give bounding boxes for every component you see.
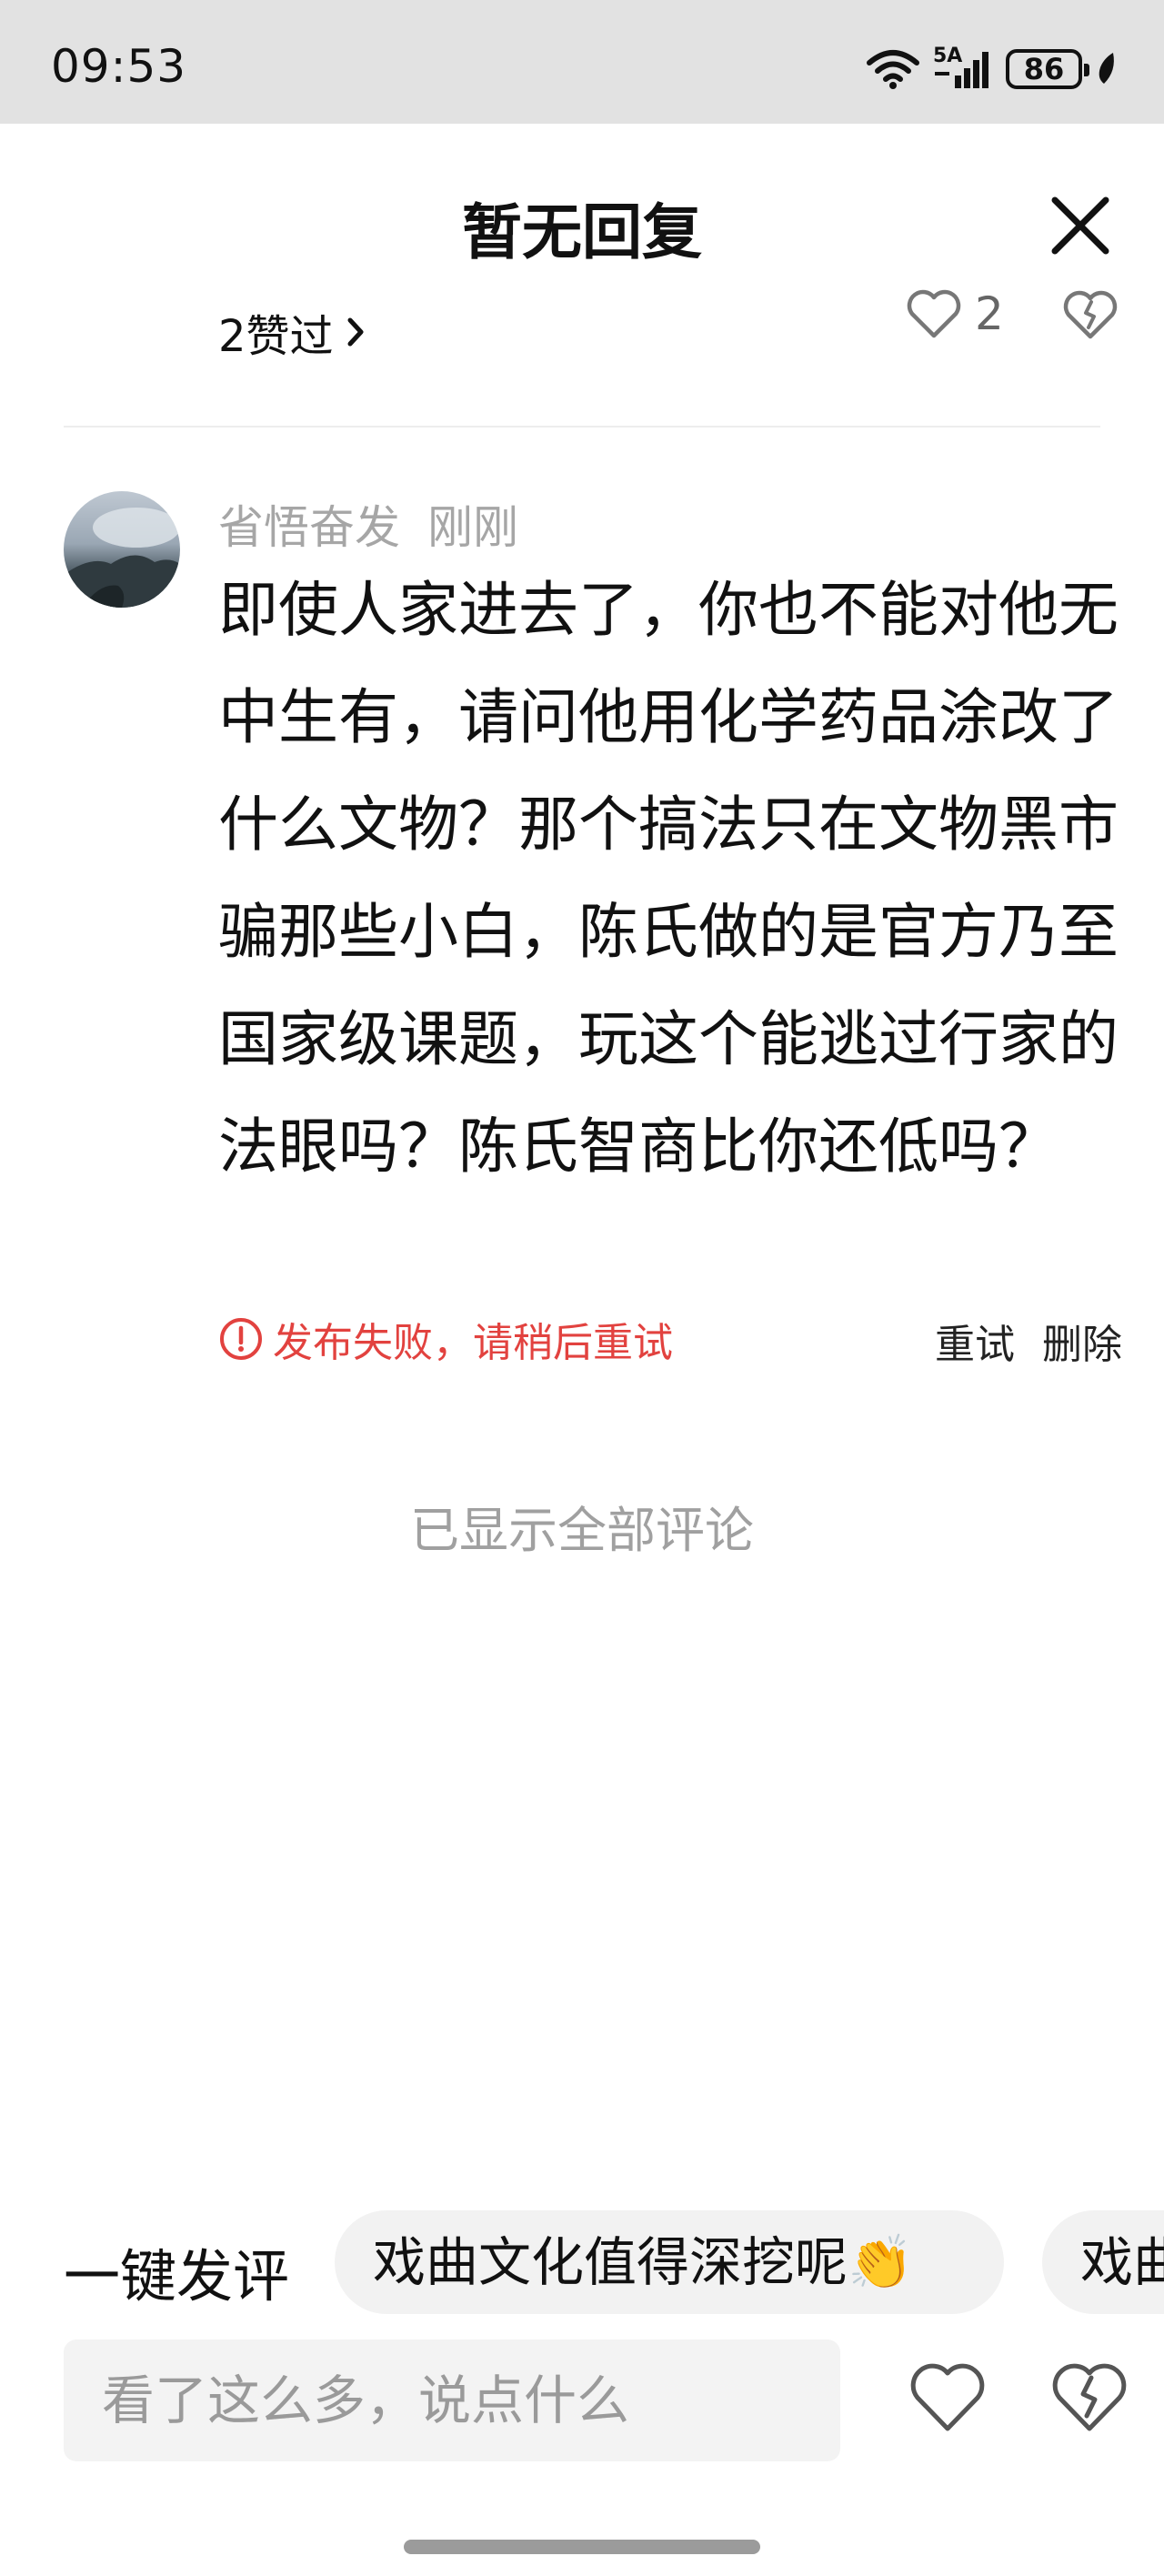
status-icons: 5A 86 (866, 45, 1117, 93)
liked-by-text: 2赞过 (218, 311, 334, 362)
publish-failed-notice: 发布失败，请稍后重试 (218, 1310, 673, 1368)
liked-by-link[interactable]: 2赞过 (218, 300, 366, 364)
battery-level: 86 (1023, 52, 1065, 86)
quick-comment-chip[interactable]: 戏曲文化值得深挖呢👏 (335, 2210, 1004, 2314)
comment-author[interactable]: 省悟奋发 (218, 491, 400, 557)
status-time: 09:53 (51, 40, 187, 93)
wifi-icon (867, 50, 919, 89)
heart-icon (907, 289, 961, 338)
quick-comment-label: 一键发评 (64, 2243, 290, 2309)
heart-icon[interactable] (909, 2361, 986, 2434)
alert-icon (220, 1318, 262, 1360)
publish-failed-text: 发布失败，请稍后重试 (273, 1320, 673, 1366)
comment-time: 刚刚 (427, 501, 518, 554)
sheet-title: 暂无回复 (462, 197, 702, 267)
sheet-header: 暂无回复 (0, 124, 1164, 315)
leaf-icon (1099, 53, 1114, 84)
close-icon[interactable] (1046, 191, 1115, 260)
battery-icon: 86 (1006, 49, 1089, 89)
comment-text: 即使人家进去了，你也不能对他无中生有，请问他用化学药品涂改了什么文物？那个搞法只… (218, 575, 1119, 1182)
broken-heart-icon[interactable] (1051, 2361, 1128, 2434)
all-comments-shown: 已显示全部评论 (410, 1502, 754, 1559)
comment-meta: 省悟奋发 刚刚 (218, 491, 518, 557)
chevron-right-icon (347, 317, 364, 347)
signal-icon: 5A (933, 45, 993, 90)
delete-button[interactable]: 删除 (1042, 1312, 1122, 1370)
divider (64, 426, 1100, 428)
status-bar: 09:53 5A 86 (0, 0, 1164, 124)
retry-button[interactable]: 重试 (935, 1312, 1015, 1370)
home-indicator[interactable] (404, 2540, 760, 2554)
parent-like-count: 2 (975, 287, 1004, 340)
parent-like-button[interactable]: 2 (906, 287, 1004, 340)
quick-comment-chip[interactable]: 戏曲 (1042, 2210, 1164, 2314)
broken-heart-icon[interactable] (1062, 289, 1119, 340)
avatar[interactable] (64, 491, 180, 608)
comment-input[interactable]: 看了这么多，说点什么 (64, 2340, 840, 2461)
quick-comment-row: 一键发评 戏曲文化值得深挖呢👏 戏曲 (0, 2210, 1164, 2314)
